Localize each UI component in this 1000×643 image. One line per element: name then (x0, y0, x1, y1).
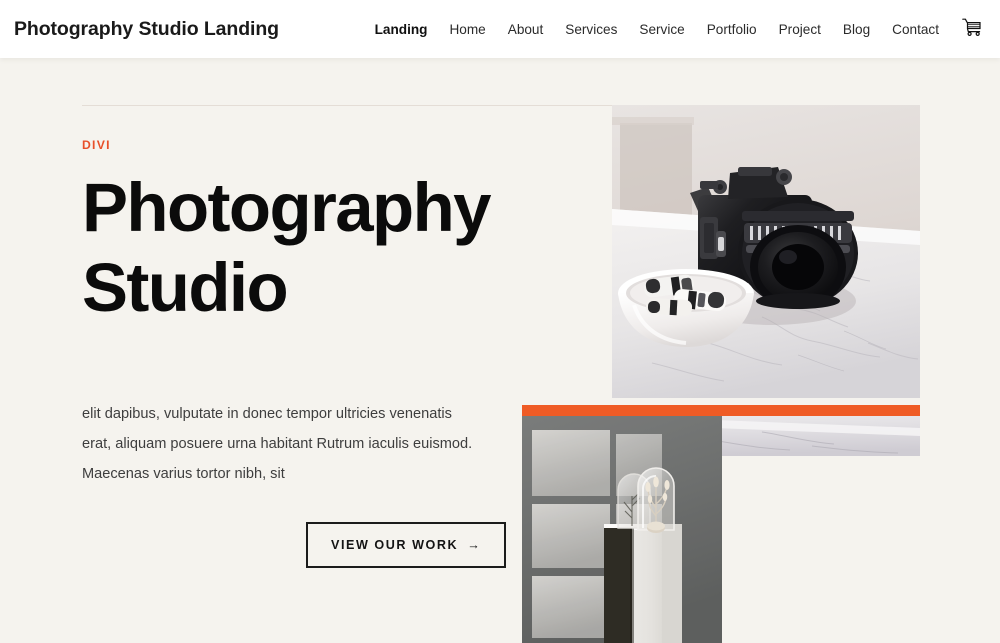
page-title: Photography Studio (82, 168, 552, 328)
shopping-cart-icon (962, 18, 982, 41)
nav-item-portfolio[interactable]: Portfolio (696, 22, 768, 37)
hero-section: DIVI Photography Studio elit dapibus, vu… (0, 58, 1000, 643)
accent-bar (522, 405, 920, 416)
hero-image-cloche (522, 416, 722, 643)
nav-item-about[interactable]: About (497, 22, 555, 37)
arrow-right-icon: → (467, 537, 482, 552)
cta-label: VIEW OUR WORK (331, 537, 459, 552)
nav-item-services[interactable]: Services (554, 22, 628, 37)
hero-paragraph: elit dapibus, vulputate in donec tempor … (82, 406, 473, 482)
hero-image-camera (612, 105, 920, 398)
page-title-line-1: Photography (82, 169, 491, 246)
cart-button[interactable] (950, 18, 984, 41)
page-title-line-2: Studio (82, 249, 289, 327)
hero-copy: DIVI Photography Studio elit dapibus, vu… (82, 138, 552, 568)
nav-item-project[interactable]: Project (768, 22, 832, 37)
cta-wrapper: VIEW OUR WORK → (82, 521, 552, 568)
nav-item-blog[interactable]: Blog (832, 22, 881, 37)
view-our-work-button[interactable]: VIEW OUR WORK → (306, 521, 507, 568)
hero-divider-line (82, 105, 612, 106)
site-header: Photography Studio Landing Landing Home … (0, 0, 1000, 58)
primary-navigation: Landing Home About Services Service Port… (364, 18, 984, 41)
nav-item-landing[interactable]: Landing (364, 22, 439, 37)
nav-item-home[interactable]: Home (438, 22, 496, 37)
nav-item-contact[interactable]: Contact (881, 22, 950, 37)
nav-item-service[interactable]: Service (628, 22, 695, 37)
brand-logo[interactable]: Photography Studio Landing (14, 18, 279, 41)
eyebrow-label: DIVI (82, 138, 111, 152)
